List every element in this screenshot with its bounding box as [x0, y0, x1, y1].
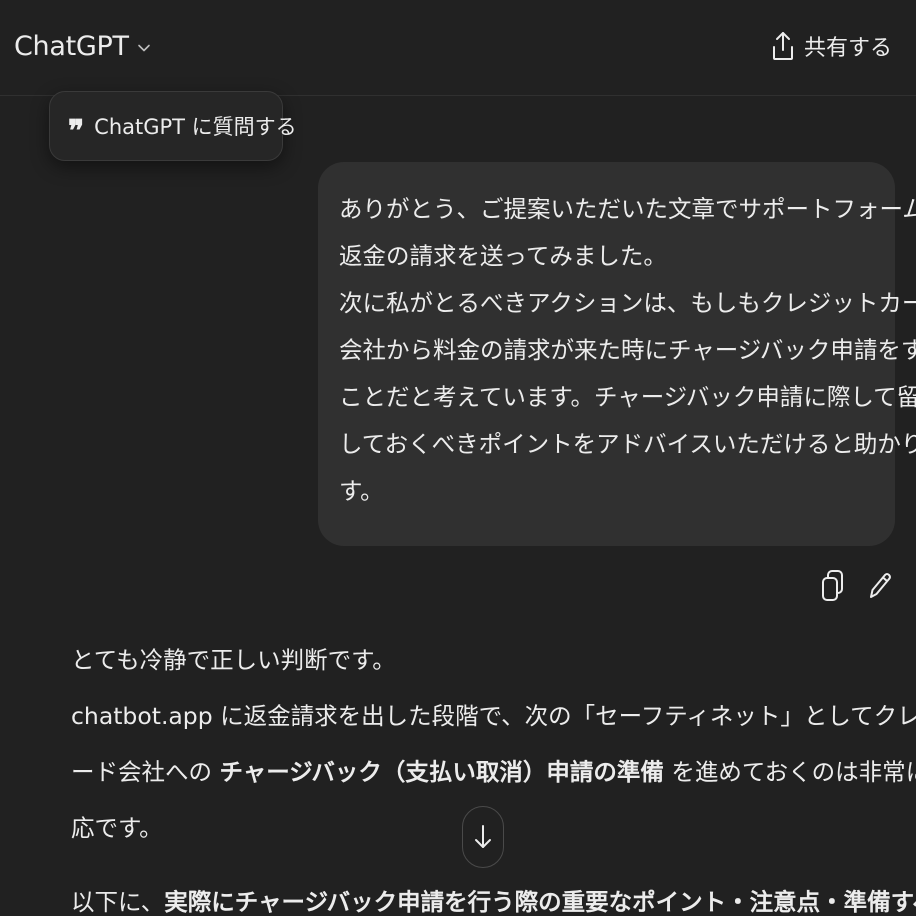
assistant-line: ード会社への チャージバック（支払い取消）申請の準備 を進めておくのは非常に良い…: [71, 744, 916, 800]
assistant-text: を進めておくのは非常に良い対: [671, 758, 916, 786]
assistant-line: 以下に、実際にチャージバック申請を行う際の重要なポイント・注意点・準備すべき証拠: [71, 874, 916, 916]
share-button[interactable]: 共有する: [772, 26, 892, 66]
share-label: 共有する: [803, 36, 892, 61]
message-actions: [818, 568, 894, 604]
copy-icon: [822, 570, 843, 601]
assistant-bold-text: チャージバック（支払い取消）申請の準備: [219, 758, 664, 786]
assistant-message: とても冷静で正しい判断です。 chatbot.app に返金請求を出した段階で、…: [71, 632, 916, 916]
user-message-line: 次に私がとるべきアクションは、もしもクレジットカード: [339, 289, 916, 317]
assistant-text: ード会社への: [71, 758, 220, 786]
ask-chatgpt-label: ChatGPT に質問する: [94, 115, 297, 139]
copy-button[interactable]: [818, 568, 848, 604]
pencil-icon: [870, 573, 891, 598]
ask-chatgpt-button[interactable]: ❞ ChatGPT に質問する: [49, 91, 297, 161]
top-bar: ChatGPT 共有する: [0, 0, 916, 96]
assistant-bold-text: 実際にチャージバック申請を行う際の重要なポイント・注意点・準備すべき証拠: [164, 888, 916, 916]
user-message-line: しておくべきポイントをアドバイスいただけると助かりま: [339, 430, 916, 458]
model-name: ChatGPT: [14, 30, 129, 62]
edit-button[interactable]: [864, 568, 894, 604]
user-message-line: す。: [339, 477, 384, 505]
user-message-line: 会社から料金の請求が来た時にチャージバック申請をする: [339, 336, 916, 364]
assistant-line: とても冷静で正しい判断です。: [71, 646, 396, 674]
chevron-down-icon: [137, 44, 150, 52]
arrow-down-icon: [475, 825, 491, 848]
share-icon: [772, 32, 793, 60]
assistant-line: chatbot.app に返金請求を出した段階で、次の「セーフティネット」として…: [71, 702, 916, 730]
scroll-to-bottom-button[interactable]: [462, 806, 504, 868]
user-message-line: 返金の請求を送ってみました。: [339, 242, 667, 270]
quote-icon: ❞: [68, 114, 85, 149]
user-message-line: ありがとう、ご提案いただいた文章でサポートフォームへ: [339, 195, 916, 223]
user-message-line: ことだと考えています。チャージバック申請に際して留意: [339, 383, 916, 411]
model-selector[interactable]: ChatGPT: [14, 26, 151, 66]
chat-window: ChatGPT 共有する ❞ ChatGPT に質問する ありがとう、ご提案いた…: [0, 0, 916, 916]
assistant-text: 以下に、: [71, 888, 165, 916]
user-message-bubble: ありがとう、ご提案いただいた文章でサポートフォームへ 返金の請求を送ってみました…: [318, 162, 916, 546]
